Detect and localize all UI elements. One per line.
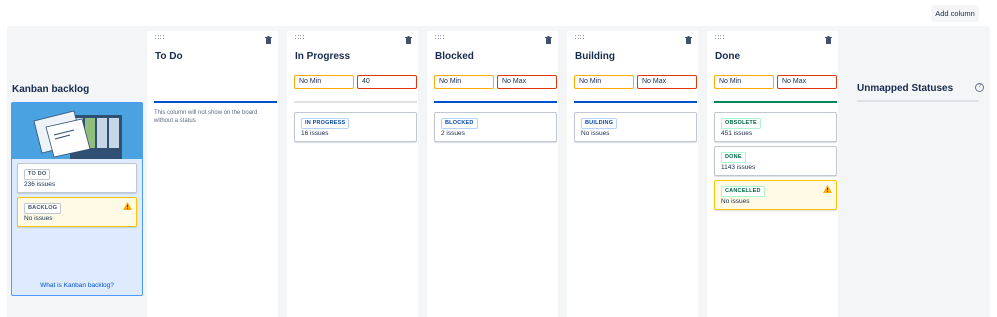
column-in-progress[interactable]: In Progress No Min 40 IN PROGRESS 16 issues	[287, 31, 418, 317]
warning-icon	[123, 202, 132, 210]
column-status-bar	[154, 101, 277, 103]
max-limit-input[interactable]: 40	[357, 75, 417, 89]
issue-count: 2 issues	[441, 130, 465, 137]
issue-count: No issues	[581, 130, 610, 137]
drag-handle-icon[interactable]	[715, 35, 725, 41]
issue-count: 451 issues	[721, 130, 753, 137]
backlog-title: Kanban backlog	[12, 84, 90, 95]
issue-count: No issues	[721, 198, 750, 205]
column-done[interactable]: Done No Min No Max OBSOLETE 451 issues DONE 11…	[707, 31, 838, 317]
column-status-bar	[714, 101, 837, 103]
column-empty-note: This column will not show on the board w…	[154, 110, 258, 124]
status-lozenge: BACKLOG	[24, 203, 62, 214]
unmapped-divider	[857, 100, 979, 102]
max-limit-input[interactable]: No Max	[777, 75, 837, 89]
column-title[interactable]: In Progress	[295, 51, 350, 62]
column-status-bar	[294, 101, 417, 103]
warning-icon	[823, 185, 832, 193]
trash-icon[interactable]	[825, 36, 832, 44]
drag-handle-icon[interactable]	[575, 35, 585, 41]
column-limits: No Min 40	[294, 75, 417, 89]
status-lozenge: DONE	[721, 152, 746, 163]
backlog-illustration	[12, 103, 142, 159]
column-blocked[interactable]: Blocked No Min No Max BLOCKED 2 issues	[427, 31, 558, 317]
issue-count: 236 issues	[24, 181, 56, 188]
status-card-backlog[interactable]: BACKLOG No issues	[17, 197, 137, 227]
column-limits: No Min No Max	[714, 75, 837, 89]
status-card-in-progress[interactable]: IN PROGRESS 16 issues	[294, 112, 417, 142]
min-limit-input[interactable]: No Min	[714, 75, 774, 89]
status-card-cancelled[interactable]: CANCELLED No issues	[714, 180, 837, 210]
trash-icon[interactable]	[545, 36, 552, 44]
what-is-kanban-backlog-link[interactable]: What is Kanban backlog?	[12, 282, 142, 289]
column-title[interactable]: Building	[575, 51, 615, 62]
status-lozenge: OBSOLETE	[721, 118, 761, 129]
min-limit-input[interactable]: No Min	[574, 75, 634, 89]
column-title[interactable]: Done	[715, 51, 740, 62]
status-lozenge: BLOCKED	[441, 118, 478, 129]
board: Kanban backlog TO DO 236 issues BACKLOG …	[7, 26, 990, 317]
trash-icon[interactable]	[685, 36, 692, 44]
status-lozenge: CANCELLED	[721, 186, 765, 197]
min-limit-input[interactable]: No Min	[434, 75, 494, 89]
unmapped-statuses-title: Unmapped Statuses	[857, 83, 954, 94]
add-column-button[interactable]: Add column	[931, 5, 979, 22]
status-card-to-do[interactable]: TO DO 236 issues	[17, 163, 137, 193]
drag-handle-icon[interactable]	[435, 35, 445, 41]
column-status-bar	[574, 101, 697, 103]
min-limit-input[interactable]: No Min	[294, 75, 354, 89]
unmapped-statuses-column: Unmapped Statuses ?	[852, 26, 990, 317]
question-circle-icon[interactable]: ?	[975, 83, 984, 92]
column-title[interactable]: To Do	[155, 51, 183, 62]
trash-icon[interactable]	[405, 36, 412, 44]
status-card-blocked[interactable]: BLOCKED 2 issues	[434, 112, 557, 142]
issue-count: No issues	[24, 215, 53, 222]
column-to-do[interactable]: To Do This column will not show on the bo…	[147, 31, 278, 317]
status-lozenge: BUILDING	[581, 118, 618, 129]
trash-icon[interactable]	[265, 36, 272, 44]
drag-handle-icon[interactable]	[295, 35, 305, 41]
column-status-bar	[434, 101, 557, 103]
status-card-done[interactable]: DONE 1143 issues	[714, 146, 837, 176]
column-building[interactable]: Building No Min No Max BUILDING No issues	[567, 31, 698, 317]
column-limits: No Min No Max	[434, 75, 557, 89]
drag-handle-icon[interactable]	[155, 35, 165, 41]
kanban-backlog-column: Kanban backlog TO DO 236 issues BACKLOG …	[7, 26, 147, 317]
column-limits: No Min No Max	[574, 75, 697, 89]
status-card-obsolete[interactable]: OBSOLETE 451 issues	[714, 112, 837, 142]
status-card-building[interactable]: BUILDING No issues	[574, 112, 697, 142]
column-title[interactable]: Blocked	[435, 51, 474, 62]
status-lozenge: IN PROGRESS	[301, 118, 350, 129]
status-lozenge: TO DO	[24, 169, 51, 180]
backlog-panel: TO DO 236 issues BACKLOG No issues What …	[11, 102, 143, 296]
max-limit-input[interactable]: No Max	[497, 75, 557, 89]
max-limit-input[interactable]: No Max	[637, 75, 697, 89]
issue-count: 1143 issues	[721, 164, 756, 171]
issue-count: 16 issues	[301, 130, 329, 137]
